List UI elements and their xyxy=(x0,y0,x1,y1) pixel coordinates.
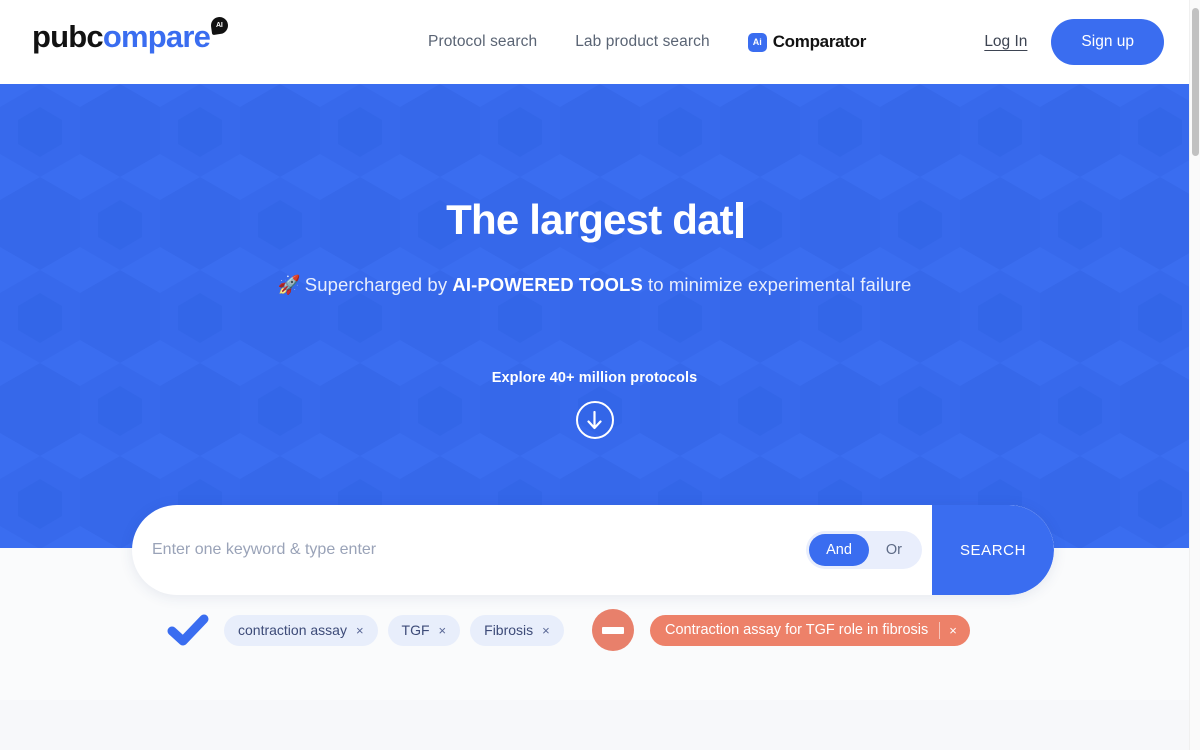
page-root: pubcompare AI Protocol search Lab produc… xyxy=(0,0,1200,750)
page-bottom-strip xyxy=(0,700,1189,750)
check-glyph xyxy=(167,614,209,646)
explore-label: Explore 40+ million protocols xyxy=(491,370,698,387)
header-actions: Log In Sign up xyxy=(984,0,1164,84)
arrow-down-glyph xyxy=(587,410,602,429)
logo-c-glyph: c xyxy=(86,19,103,54)
logo-text: pubcompare xyxy=(32,19,211,54)
and-or-toggle[interactable]: And Or xyxy=(806,531,922,569)
site-header: pubcompare AI Protocol search Lab produc… xyxy=(0,0,1189,84)
main-nav: Protocol search Lab product search Ai Co… xyxy=(428,0,866,84)
minus-circle-icon[interactable] xyxy=(592,609,634,651)
list-item[interactable]: Contraction assay for TGF role in fibros… xyxy=(650,614,970,646)
minus-glyph xyxy=(602,626,624,634)
close-icon[interactable]: × xyxy=(949,623,966,638)
operator-or-option[interactable]: Or xyxy=(869,534,919,566)
logo-ai-badge-label: AI xyxy=(216,22,223,30)
list-item[interactable]: contraction assay × xyxy=(224,614,378,646)
logo[interactable]: pubcompare AI xyxy=(32,15,230,54)
logo-ai-badge-icon: AI xyxy=(209,15,230,36)
exclude-tag-list: Contraction assay for TGF role in fibros… xyxy=(650,614,970,646)
check-icon xyxy=(166,613,210,647)
hero-content: The largest dat 🚀 Supercharged by AI-POWE… xyxy=(0,84,1189,548)
nav-comparator-label: Comparator xyxy=(772,32,867,51)
hero-subtitle-bold: AI-POWERED TOOLS xyxy=(452,274,643,296)
rocket-icon: 🚀 xyxy=(277,274,301,296)
close-icon[interactable]: × xyxy=(542,623,550,638)
close-icon[interactable]: × xyxy=(356,623,364,638)
nav-protocol-search[interactable]: Protocol search xyxy=(428,33,537,51)
arrow-down-circle-icon[interactable] xyxy=(575,401,614,440)
scrollbar-thumb[interactable] xyxy=(1192,8,1199,156)
page-scrollbar[interactable] xyxy=(1189,0,1200,750)
hero-section: The largest dat 🚀 Supercharged by AI-POWE… xyxy=(0,84,1189,548)
search-button[interactable]: SEARCH xyxy=(932,505,1054,595)
nav-lab-product-search[interactable]: Lab product search xyxy=(575,33,710,51)
nav-comparator[interactable]: Ai Comparator xyxy=(747,32,867,52)
ai-chip-icon: Ai xyxy=(747,32,767,52)
tag-label: Contraction assay for TGF role in fibros… xyxy=(665,622,929,638)
logo-ompare-text: ompare xyxy=(102,19,211,54)
signup-button[interactable]: Sign up xyxy=(1051,19,1164,65)
typing-caret-icon xyxy=(735,202,743,239)
search-input[interactable] xyxy=(132,505,807,595)
tag-label: TGF xyxy=(401,622,430,638)
include-filter-group: contraction assay × TGF × Fibrosis × xyxy=(166,613,564,647)
operator-and-option[interactable]: And xyxy=(809,534,869,566)
hero-subtitle-suffix: to minimize experimental failure xyxy=(642,274,912,296)
login-link[interactable]: Log In xyxy=(984,33,1027,51)
hero-title: The largest dat xyxy=(446,196,743,243)
list-item[interactable]: Fibrosis × xyxy=(470,614,564,646)
hero-subtitle-prefix: Supercharged by xyxy=(304,274,453,296)
search-bar: And Or SEARCH xyxy=(132,505,1054,595)
hero-subtitle: 🚀 Supercharged by AI-POWERED TOOLS to min… xyxy=(278,274,912,296)
tag-label: Fibrosis xyxy=(484,622,534,638)
list-item[interactable]: TGF × xyxy=(387,614,461,646)
logo-pub-text: pub xyxy=(32,19,87,54)
tag-label: contraction assay xyxy=(238,622,347,638)
hero-title-typed-text: The largest dat xyxy=(446,196,734,243)
tag-separator xyxy=(939,621,941,639)
exclude-filter-group: Contraction assay for TGF role in fibros… xyxy=(592,609,970,651)
close-icon[interactable]: × xyxy=(439,623,447,638)
include-tag-list: contraction assay × TGF × Fibrosis × xyxy=(224,614,564,646)
